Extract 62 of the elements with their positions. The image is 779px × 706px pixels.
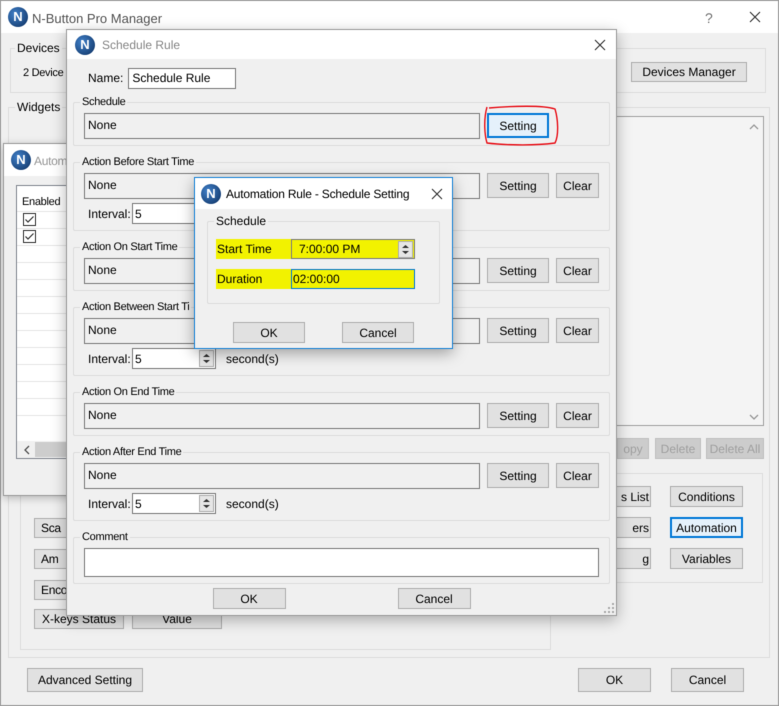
- resize-grip-icon: [604, 603, 614, 613]
- group-title: Schedule: [214, 214, 268, 228]
- column-header: Enabled: [22, 195, 60, 210]
- button[interactable]: OK: [212, 588, 286, 609]
- action-field: None: [84, 463, 480, 489]
- name-field[interactable]: Schedule Rule: [128, 68, 236, 88]
- app-logo: N: [8, 7, 28, 27]
- button[interactable]: Clear: [556, 318, 599, 343]
- app-logo: N: [201, 184, 221, 204]
- button[interactable]: Clear: [556, 258, 599, 283]
- window-title: Autom: [34, 153, 68, 170]
- app-logo: N: [11, 150, 31, 170]
- button[interactable]: Cancel: [342, 322, 414, 343]
- scroll-left-icon: [23, 445, 31, 455]
- button[interactable]: Clear: [556, 403, 599, 428]
- button[interactable]: Clear: [556, 463, 599, 488]
- field-label: Start Time: [216, 239, 291, 259]
- button[interactable]: Setting: [487, 318, 549, 343]
- button[interactable]: Setting: [487, 258, 549, 283]
- window-title: Schedule Rule: [102, 36, 180, 54]
- button[interactable]: Variables: [670, 548, 743, 569]
- button[interactable]: OK: [233, 322, 305, 343]
- action-field: None: [84, 113, 480, 139]
- scroll-down-icon: [749, 413, 759, 421]
- button[interactable]: Setting: [487, 463, 549, 488]
- duration-field[interactable]: 02:00:00: [291, 269, 415, 289]
- interval-spinner[interactable]: 5: [132, 493, 216, 514]
- button[interactable]: Advanced Setting: [27, 668, 143, 692]
- button[interactable]: Setting: [487, 173, 549, 198]
- field-label: Duration: [216, 269, 291, 289]
- app-logo: N: [75, 34, 95, 54]
- button[interactable]: Setting: [487, 403, 549, 428]
- unit-label: second(s): [226, 350, 279, 368]
- close-icon: [749, 11, 761, 23]
- close-icon: [594, 38, 606, 50]
- button[interactable]: Setting: [487, 113, 549, 138]
- interval-spinner[interactable]: 5: [132, 348, 216, 369]
- group-title: Widgets: [15, 100, 62, 114]
- window-title: N-Button Pro Manager: [32, 10, 162, 28]
- button[interactable]: OK: [578, 668, 651, 692]
- checkbox[interactable]: [23, 213, 36, 226]
- device-count: 2 Device: [23, 66, 64, 81]
- comment-field[interactable]: [84, 548, 599, 577]
- help-button[interactable]: ?: [705, 8, 713, 29]
- checkbox[interactable]: [23, 230, 36, 243]
- button[interactable]: Clear: [556, 173, 599, 198]
- spin-arrows-icon: [199, 495, 214, 512]
- button[interactable]: Automation: [670, 517, 743, 538]
- unit-label: second(s): [226, 496, 279, 512]
- group-title: Devices: [15, 41, 62, 55]
- window-title: Automation Rule - Schedule Setting: [226, 186, 410, 202]
- button[interactable]: Devices Manager: [631, 62, 747, 82]
- field-label: Name:: [88, 70, 124, 87]
- action-field: None: [84, 403, 480, 429]
- spin-arrows-icon: [398, 240, 413, 258]
- close-icon: [431, 188, 443, 200]
- field-label: Interval:: [88, 496, 132, 512]
- scroll-up-icon: [749, 123, 759, 131]
- time-spinner[interactable]: 7:00:00 PM: [291, 239, 415, 259]
- button[interactable]: Cancel: [671, 668, 744, 692]
- button[interactable]: Cancel: [398, 588, 470, 609]
- button[interactable]: Conditions: [670, 486, 743, 507]
